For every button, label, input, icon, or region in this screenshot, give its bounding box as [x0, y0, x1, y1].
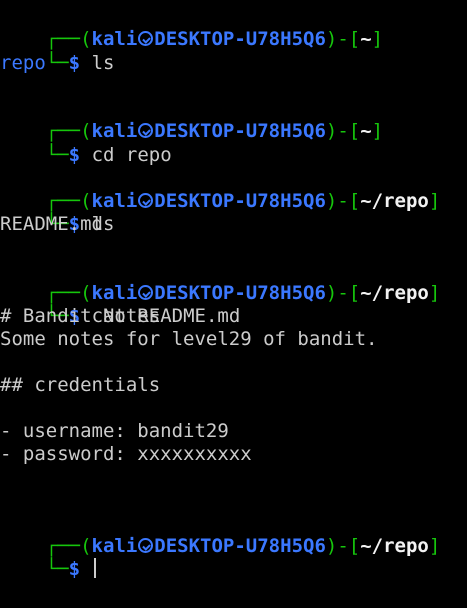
prompt-frame: └─: [45, 144, 69, 166]
command-text: ls: [91, 52, 115, 74]
output-line: Some notes for level29 of bandit.: [0, 328, 378, 350]
prompt-frame: ]: [371, 120, 384, 142]
prompt-path: ~/repo: [360, 190, 429, 212]
kali-skull-icon: [138, 31, 154, 46]
output-line: # Bandit Notes: [0, 305, 161, 327]
prompt-frame: ]: [428, 282, 441, 304]
prompt-frame: )-[: [325, 190, 361, 212]
prompt-host: DESKTOP-U78H5Q6: [154, 120, 326, 142]
prompt-frame: ]: [428, 190, 441, 212]
prompt-frame: )-[: [325, 28, 361, 50]
prompt-frame: ]: [371, 28, 384, 50]
prompt-frame: ]: [428, 535, 441, 557]
command-line: └─$ cat README.md: [0, 282, 241, 327]
output-line: - username: bandit29: [0, 420, 229, 442]
prompt-frame: )-[: [325, 535, 361, 557]
prompt-dollar: $: [68, 52, 81, 74]
command-line: └─$ ls: [0, 29, 115, 74]
prompt-frame: )-[: [325, 282, 361, 304]
prompt-host: DESKTOP-U78H5Q6: [154, 190, 326, 212]
prompt-frame: └─: [45, 52, 69, 74]
output-line: ## credentials: [0, 374, 161, 396]
prompt-path: ~/repo: [360, 282, 429, 304]
kali-skull-icon: [138, 538, 154, 553]
prompt-path: ~: [360, 28, 372, 50]
prompt-line: ┌──(kali DESKTOP-U78H5Q6)-[~]: [0, 5, 383, 50]
prompt-user: kali: [91, 535, 138, 557]
command-line: └─$ ls: [0, 190, 115, 235]
output-line: README.md: [0, 213, 103, 235]
prompt-line: ┌──(kali DESKTOP-U78H5Q6)-[~/repo]: [0, 259, 441, 304]
prompt-path: ~/repo: [360, 535, 429, 557]
prompt-line: ┌──(kali DESKTOP-U78H5Q6)-[~/repo]: [0, 167, 441, 212]
prompt-path: ~: [360, 120, 372, 142]
prompt-line: ┌──(kali DESKTOP-U78H5Q6)-[~]: [0, 97, 383, 142]
kali-skull-icon: [138, 193, 154, 208]
command-line: └─$ cd repo: [0, 121, 172, 166]
prompt-dollar: $: [68, 558, 81, 580]
prompt-dollar: $: [68, 144, 81, 166]
prompt-frame: └─: [45, 558, 69, 580]
output-line: - password: xxxxxxxxxx: [0, 443, 252, 465]
text-cursor: [93, 558, 96, 578]
command-text: cd repo: [91, 144, 172, 166]
active-command-line[interactable]: └─$: [0, 535, 96, 580]
prompt-host: DESKTOP-U78H5Q6: [154, 535, 326, 557]
prompt-frame: )-[: [325, 120, 361, 142]
prompt-host: DESKTOP-U78H5Q6: [154, 28, 326, 50]
prompt-line: ┌──(kali DESKTOP-U78H5Q6)-[~/repo]: [0, 512, 441, 557]
terminal-window[interactable]: ┌──(kali DESKTOP-U78H5Q6)-[~] └─$ ls repo…: [0, 0, 467, 608]
output-line: repo: [0, 52, 46, 74]
